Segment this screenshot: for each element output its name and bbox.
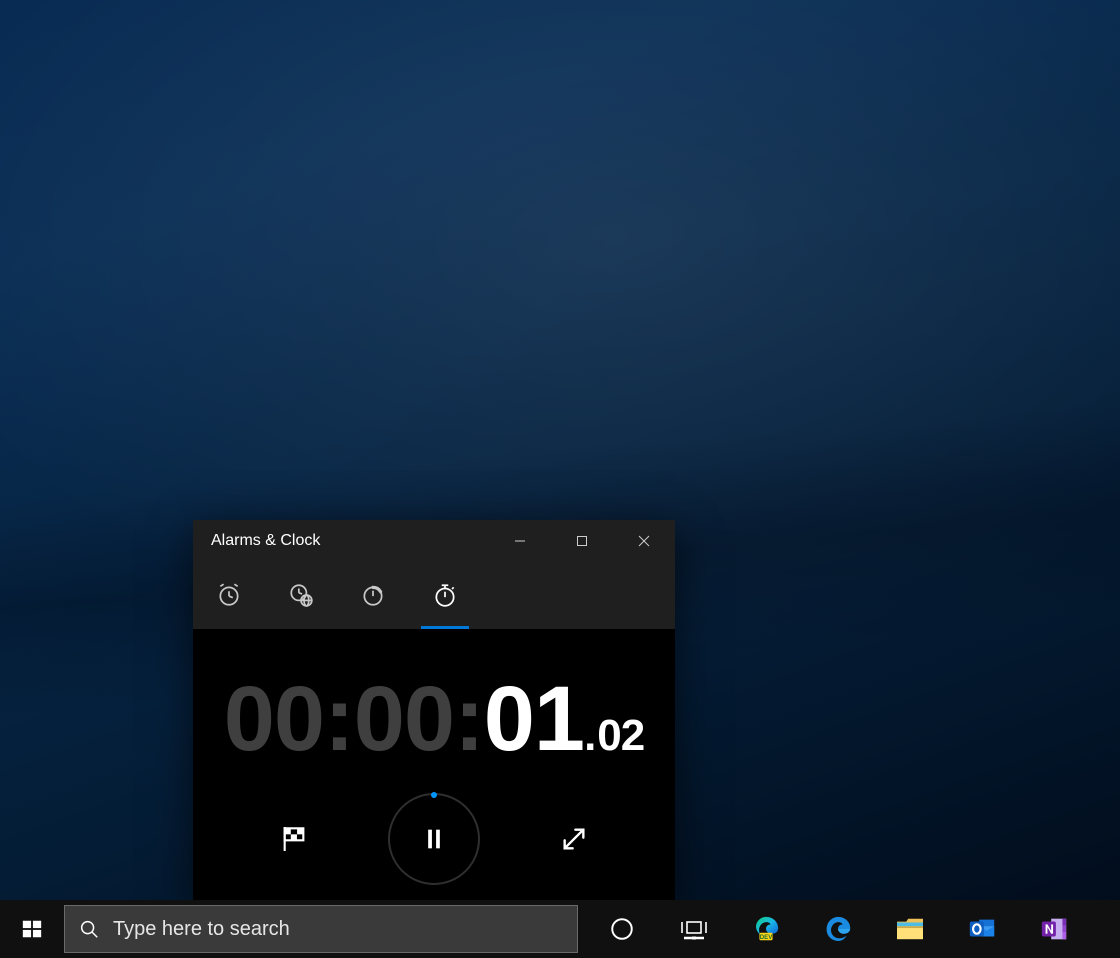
tab-alarm[interactable] <box>193 561 265 629</box>
lap-button[interactable] <box>270 815 318 863</box>
stopwatch-pane: 00 : 00 : 01 . 02 <box>193 629 675 900</box>
stopwatch-hours: 00 <box>224 673 324 765</box>
file-explorer-icon <box>895 916 925 942</box>
stopwatch-centiseconds: 02 <box>597 711 644 761</box>
taskbar-file-explorer[interactable] <box>874 900 946 958</box>
colon: : <box>324 673 354 765</box>
tab-stopwatch[interactable] <box>409 561 481 629</box>
taskbar-search[interactable] <box>64 905 578 953</box>
pause-icon <box>420 825 448 853</box>
stopwatch-display: 00 : 00 : 01 . 02 <box>224 673 645 765</box>
window-maximize-button[interactable] <box>551 520 613 561</box>
taskbar-search-input[interactable] <box>113 918 577 941</box>
window-close-button[interactable] <box>613 520 675 561</box>
taskbar-task-view[interactable] <box>658 900 730 958</box>
search-icon <box>65 918 113 940</box>
stopwatch-controls <box>270 793 598 885</box>
edge-dev-icon: DEV <box>751 914 781 944</box>
window-titlebar[interactable]: Alarms & Clock <box>193 520 675 561</box>
taskbar-cortana[interactable] <box>586 900 658 958</box>
pause-button[interactable] <box>388 793 480 885</box>
windows-logo-icon <box>21 918 43 940</box>
cortana-icon <box>609 916 635 942</box>
dot: . <box>584 711 595 761</box>
world-clock-icon <box>288 582 314 608</box>
taskbar-edge[interactable] <box>802 900 874 958</box>
alarms-clock-window: Alarms & Clock <box>193 520 675 900</box>
progress-tick <box>431 792 437 798</box>
taskbar-onenote[interactable] <box>1018 900 1090 958</box>
tab-world-clock[interactable] <box>265 561 337 629</box>
expand-button[interactable] <box>550 815 598 863</box>
task-view-icon <box>679 917 709 941</box>
expand-icon <box>558 823 590 855</box>
start-button[interactable] <box>0 900 64 958</box>
stopwatch-seconds: 01 <box>484 673 584 765</box>
colon: : <box>454 673 484 765</box>
tab-timer[interactable] <box>337 561 409 629</box>
outlook-icon <box>967 914 997 944</box>
stopwatch-minutes: 00 <box>354 673 454 765</box>
app-tabs <box>193 561 675 629</box>
window-minimize-button[interactable] <box>489 520 551 561</box>
flag-icon <box>278 823 310 855</box>
window-title: Alarms & Clock <box>211 532 489 550</box>
stopwatch-icon <box>432 582 458 608</box>
onenote-icon <box>1039 914 1069 944</box>
timer-icon <box>360 582 386 608</box>
taskbar-outlook[interactable] <box>946 900 1018 958</box>
taskbar: DEV <box>0 900 1120 958</box>
edge-icon <box>823 914 853 944</box>
alarm-clock-icon <box>216 582 242 608</box>
svg-text:DEV: DEV <box>760 934 773 941</box>
taskbar-edge-dev[interactable]: DEV <box>730 900 802 958</box>
taskbar-pinned-apps: DEV <box>586 900 1090 958</box>
